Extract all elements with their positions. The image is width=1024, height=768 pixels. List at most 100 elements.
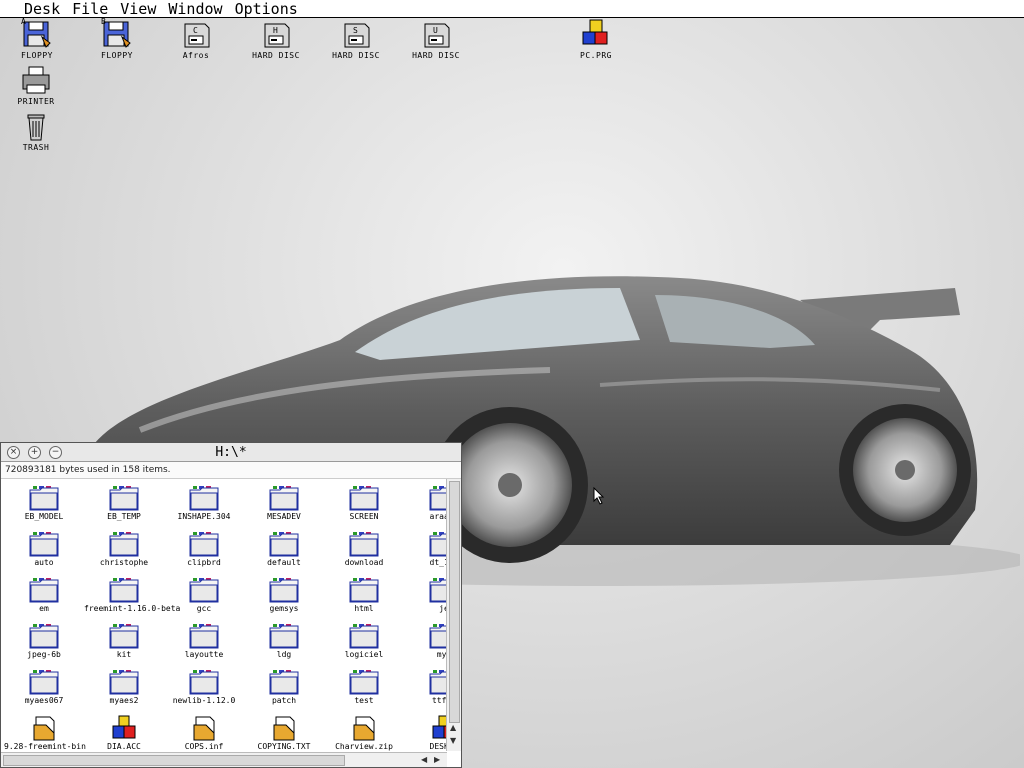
- file-item[interactable]: gemsys: [244, 577, 324, 613]
- desktop-icon-floppy-b[interactable]: B FLOPPY: [87, 17, 147, 60]
- file-item[interactable]: auto: [4, 531, 84, 567]
- folder-icon: [349, 486, 379, 511]
- desktop-icon-label: Afros: [182, 51, 210, 60]
- file-item[interactable]: jpeg-6b: [4, 623, 84, 659]
- folder-icon: [189, 624, 219, 649]
- desktop-icon-label: PRINTER: [17, 97, 55, 106]
- folder-icon: [269, 486, 299, 511]
- window-titlebar[interactable]: × + − H:\*: [1, 443, 461, 462]
- file-item[interactable]: COPYING.TXT: [244, 715, 324, 751]
- menu-desk[interactable]: Desk: [18, 0, 66, 18]
- folder-icon: [29, 486, 59, 511]
- file-item[interactable]: DESKTO: [404, 715, 447, 751]
- file-item[interactable]: ttf_s: [404, 669, 447, 705]
- file-item-label: INSHAPE.304: [177, 512, 231, 521]
- file-item[interactable]: gcc: [164, 577, 244, 613]
- file-item[interactable]: Charview.zip: [324, 715, 404, 751]
- file-item[interactable]: COPS.inf: [164, 715, 244, 751]
- vertical-scrollbar[interactable]: ▲ ▼: [446, 479, 461, 751]
- file-item[interactable]: freemint-1.16.0-beta: [84, 577, 181, 613]
- program-icon: [582, 19, 608, 45]
- file-item[interactable]: download: [324, 531, 404, 567]
- menu-window[interactable]: Window: [162, 0, 228, 18]
- desktop-icon-drive-s[interactable]: S HARD DISC: [326, 19, 386, 60]
- file-item[interactable]: araarc: [404, 485, 447, 521]
- maximize-icon[interactable]: +: [28, 445, 41, 459]
- desktop-icon-floppy-a[interactable]: A FLOPPY: [7, 17, 67, 60]
- file-grid: EB_MODEL EB_TEMP INSHAPE.304 MESADEV SCREEN a…: [1, 479, 447, 751]
- menu-options[interactable]: Options: [229, 0, 304, 18]
- file-item-label: ldg: [276, 650, 292, 659]
- file-item[interactable]: kit: [84, 623, 164, 659]
- file-item[interactable]: christophe: [84, 531, 164, 567]
- file-item[interactable]: em: [4, 577, 84, 613]
- file-item[interactable]: EB_MODEL: [4, 485, 84, 521]
- file-item-label: EB_TEMP: [107, 512, 141, 521]
- scroll-right-icon[interactable]: ▶: [434, 755, 440, 764]
- file-item-label: myaes067: [24, 696, 64, 705]
- folder-icon: [109, 670, 139, 695]
- desktop-icon-drive-h[interactable]: H HARD DISC: [246, 19, 306, 60]
- file-item[interactable]: myaes2: [84, 669, 164, 705]
- file-item[interactable]: dt_141: [404, 531, 447, 567]
- file-item-label: araarc: [429, 512, 447, 521]
- file-item[interactable]: default: [244, 531, 324, 567]
- file-item-label: gemsys: [269, 604, 299, 613]
- file-item[interactable]: EB_TEMP: [84, 485, 164, 521]
- folder-icon: [349, 532, 379, 557]
- file-item[interactable]: patch: [244, 669, 324, 705]
- file-item[interactable]: ldg: [244, 623, 324, 659]
- file-item-label: mya: [436, 650, 447, 659]
- folder-icon: [189, 486, 219, 511]
- file-icon: [193, 716, 215, 741]
- folder-icon: [429, 578, 447, 603]
- menu-view[interactable]: View: [114, 0, 162, 18]
- desktop-icon-label: HARD DISC: [252, 51, 300, 60]
- folder-icon: [269, 624, 299, 649]
- window-title: H:\*: [215, 444, 247, 460]
- file-item[interactable]: MESADEV: [244, 485, 324, 521]
- desktop-icon-printer[interactable]: PRINTER: [6, 65, 66, 106]
- folder-icon: [189, 532, 219, 557]
- file-item[interactable]: myaes067: [4, 669, 84, 705]
- folder-icon: [269, 532, 299, 557]
- vertical-scroll-thumb[interactable]: [449, 481, 460, 723]
- file-item-label: em: [39, 604, 49, 613]
- file-item[interactable]: INSHAPE.304: [164, 485, 244, 521]
- file-item[interactable]: newlib-1.12.0: [164, 669, 244, 705]
- file-item[interactable]: clipbrd: [164, 531, 244, 567]
- desktop-icon-drive-c[interactable]: C Afros: [166, 19, 226, 60]
- folder-icon: [429, 532, 447, 557]
- folder-icon: [349, 578, 379, 603]
- minimize-icon[interactable]: −: [49, 445, 62, 459]
- desktop-icon-pc-prg[interactable]: PC.PRG: [566, 19, 626, 60]
- file-item[interactable]: html: [324, 577, 404, 613]
- horizontal-scrollbar[interactable]: ◀ ▶: [1, 752, 447, 767]
- desktop-icon-label: FLOPPY: [21, 51, 53, 60]
- close-icon[interactable]: ×: [7, 445, 20, 459]
- file-item[interactable]: logiciel: [324, 623, 404, 659]
- file-item[interactable]: test: [324, 669, 404, 705]
- folder-icon: [189, 670, 219, 695]
- menu-file[interactable]: File: [66, 0, 114, 18]
- horizontal-scroll-thumb[interactable]: [3, 755, 345, 766]
- desktop-icon-drive-u[interactable]: U HARD DISC: [406, 19, 466, 60]
- folder-icon: [29, 624, 59, 649]
- desktop-icon-trash[interactable]: TRASH: [6, 111, 66, 152]
- file-item[interactable]: DIA.ACC: [84, 715, 164, 751]
- mouse-cursor-icon: [593, 487, 605, 505]
- file-icon: [353, 716, 375, 741]
- file-item[interactable]: layoutte: [164, 623, 244, 659]
- file-item-label: SCREEN: [349, 512, 379, 521]
- scroll-down-icon[interactable]: ▼: [450, 736, 456, 745]
- file-item-label: COPYING.TXT: [257, 742, 311, 751]
- file-item[interactable]: je: [404, 577, 447, 613]
- directory-window[interactable]: × + − H:\* 720893181 bytes used in 158 i…: [0, 442, 462, 768]
- program-icon: [112, 715, 136, 739]
- file-item[interactable]: 9.28-freemint-bin: [4, 715, 86, 751]
- file-item-label: freemint-1.16.0-beta: [84, 604, 181, 613]
- scroll-left-icon[interactable]: ◀: [421, 755, 427, 764]
- file-item[interactable]: mya: [404, 623, 447, 659]
- scroll-up-icon[interactable]: ▲: [450, 723, 456, 732]
- file-item[interactable]: SCREEN: [324, 485, 404, 521]
